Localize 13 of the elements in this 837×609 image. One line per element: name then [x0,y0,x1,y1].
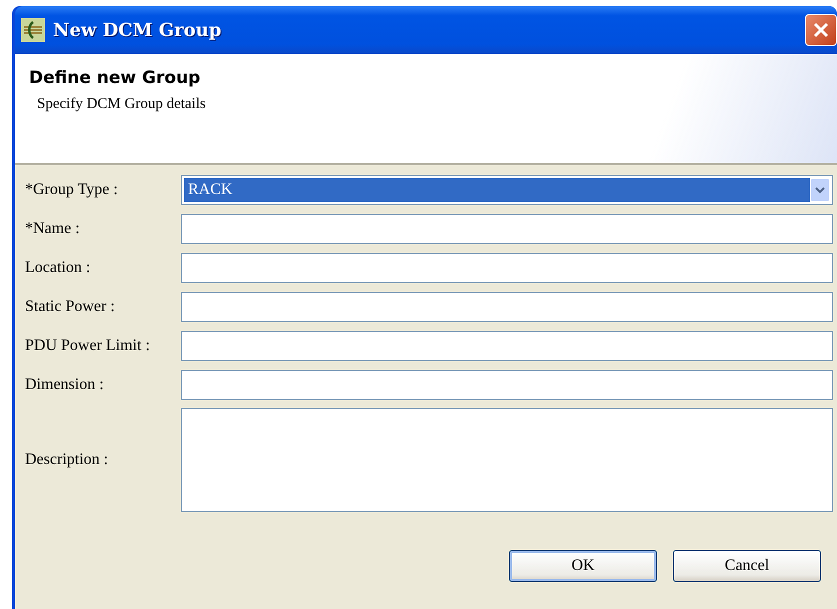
field-label: Dimension : [25,375,105,395]
header-title: Define new Group [29,67,202,90]
field-label: PDU Power Limit : [25,336,151,356]
field-label: Location : [25,258,92,278]
field-label: *Group Type : [25,180,119,200]
field-label: *Name : [25,219,81,239]
cancel-button[interactable]: Cancel [673,550,821,582]
group-type-dropdown[interactable]: RACK [181,175,833,205]
header-subtitle: Specify DCM Group details [36,95,207,114]
field-label: Description : [25,450,110,470]
window-title: New DCM Group [53,18,222,42]
ok-button[interactable]: OK [509,550,657,582]
field-label: Static Power : [25,297,116,317]
